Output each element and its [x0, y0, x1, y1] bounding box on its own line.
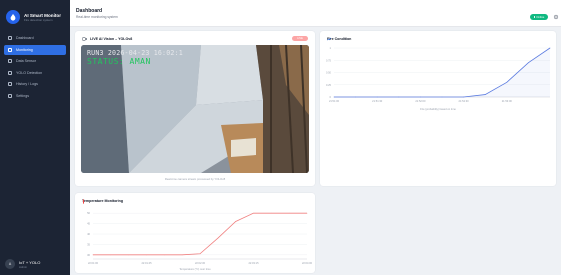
- data-point: [288, 212, 290, 214]
- data-point: [146, 254, 147, 256]
- sidebar-item-label: Data Sensor: [16, 59, 36, 63]
- sidebar-item-label: Settings: [16, 93, 29, 98]
- data-point: [463, 96, 464, 98]
- status-dot-icon: [533, 16, 536, 18]
- sidebar-item-dashboard[interactable]: Dashboard: [4, 33, 66, 43]
- sidebar-item-label: History / Logs: [16, 82, 38, 86]
- x-tick-label: 22:03:15: [248, 261, 259, 265]
- avatar: A: [5, 259, 15, 269]
- fire-x-caption: Fire (probability) based on time: [420, 108, 456, 111]
- dashboard-icon: [8, 36, 12, 40]
- sidebar-item-monitoring[interactable]: Monitoring: [4, 44, 66, 55]
- y-tick-label: 0: [330, 95, 332, 99]
- detection-icon: [8, 70, 12, 75]
- data-point: [217, 237, 219, 239]
- x-tick-label: 22:01:00: [88, 261, 99, 265]
- data-point: [92, 254, 94, 256]
- data-point: [110, 254, 112, 256]
- x-tick-label: 22:04:00: [302, 261, 313, 265]
- monitoring-icon: [8, 47, 12, 52]
- data-point: [128, 254, 130, 256]
- data-point: [376, 96, 378, 98]
- y-tick-label: 30: [87, 253, 90, 257]
- sensor-icon: [8, 59, 12, 63]
- data-point: [420, 96, 421, 98]
- status-badge-label: Online: [536, 15, 545, 19]
- data-point: [253, 212, 254, 214]
- status-badge: Online: [530, 14, 548, 20]
- data-point: [528, 62, 529, 64]
- x-tick-label: 22:01:45: [141, 261, 152, 265]
- data-point: [355, 96, 356, 98]
- temperature-card: Temperature Monitoring 30 35 40 45 50 22:01:0…: [75, 193, 315, 273]
- page-title: Dashboard: [76, 8, 103, 14]
- camera-title-text: LIVE AI Vision – YOLOv8: [90, 37, 133, 41]
- brand-subtitle: Fire detection system: [24, 17, 53, 22]
- header: Dashboard Real-time monitoring system On…: [70, 0, 561, 27]
- sidebar-item-yolo-detection[interactable]: YOLO Detection: [4, 68, 66, 78]
- gear-icon[interactable]: [553, 14, 559, 20]
- sidebar-item-label: YOLO Detection: [16, 70, 43, 75]
- video-timestamp: RUN3 2026-04-23 16:02:1: [87, 49, 183, 57]
- data-point: [333, 96, 335, 98]
- y-tick-label: 0.50: [326, 71, 332, 75]
- y-tick-label: 45: [87, 222, 90, 226]
- data-point: [181, 254, 183, 256]
- camera-caption: Real-time camera stream processed by YOL…: [164, 177, 226, 181]
- brand-logo-icon: [6, 10, 20, 24]
- sidebar-item-label: Dashboard: [16, 36, 34, 40]
- data-point: [270, 212, 272, 214]
- x-tick-label: 22:02:30: [195, 261, 206, 265]
- history-icon: [8, 82, 12, 86]
- settings-icon: [8, 93, 12, 98]
- y-tick-label: 0.75: [326, 58, 332, 62]
- data-point: [306, 212, 308, 214]
- y-tick-label: 35: [87, 242, 90, 246]
- x-tick-label: 21:53:00: [502, 99, 513, 103]
- sidebar-item-data-sensor[interactable]: Data Sensor: [4, 56, 66, 66]
- data-point: [398, 96, 400, 98]
- user-profile[interactable]: A IoT + YOLO Admin: [5, 259, 40, 269]
- y-tick-label: 40: [87, 232, 90, 236]
- data-point: [441, 96, 443, 98]
- x-tick-label: 21:51:00: [329, 99, 340, 103]
- fire-condition-card: Fire Condition 0 0.25 0.50 0.75 1 21:51:00 21:…: [320, 31, 556, 186]
- data-point: [163, 254, 165, 256]
- live-badge: LIVE: [292, 36, 308, 41]
- temperature-chart: 30 35 40 45 50 22:01:00 22:01:45 22:02:30 22:03:…: [87, 211, 313, 265]
- data-point: [484, 94, 486, 95]
- x-tick-label: 21:52:30: [459, 99, 470, 103]
- y-tick-label: 0.25: [326, 83, 332, 87]
- data-point: [199, 253, 201, 255]
- video-stream[interactable]: RUN3 2026-04-23 16:02:1 STATUS: AMAN: [81, 45, 309, 173]
- page-subtitle: Real-time monitoring system: [76, 15, 118, 19]
- data-point: [549, 47, 551, 49]
- sidebar-nav: Dashboard Monitoring Data Sensor YOLO De…: [4, 33, 66, 102]
- camera-card-title: LIVE AI Vision – YOLOv8: [82, 37, 132, 41]
- x-tick-label: 21:52:00: [415, 99, 426, 103]
- user-name: IoT + YOLO: [19, 259, 41, 265]
- sidebar: AI Smart Monitor Fire detection system D…: [0, 0, 70, 275]
- data-point: [506, 81, 508, 83]
- brand: AI Smart Monitor Fire detection system: [6, 10, 61, 24]
- sidebar-item-history[interactable]: History / Logs: [4, 79, 66, 89]
- y-tick-label: 50: [87, 211, 90, 215]
- sidebar-item-label: Monitoring: [16, 47, 33, 52]
- temp-x-caption: Temperature (°C) over time: [179, 268, 211, 271]
- brand-title: AI Smart Monitor: [24, 12, 62, 18]
- sidebar-item-settings[interactable]: Settings: [4, 91, 66, 101]
- data-point: [235, 221, 237, 222]
- user-role: Admin: [19, 264, 27, 269]
- camera-card: LIVE AI Vision – YOLOv8 LIVE RUN3 2026-0…: [75, 31, 315, 186]
- y-tick-label: 1: [330, 46, 332, 50]
- camera-icon: [82, 37, 87, 41]
- video-status-text: STATUS: AMAN: [87, 57, 151, 66]
- x-tick-label: 21:51:30: [372, 99, 383, 103]
